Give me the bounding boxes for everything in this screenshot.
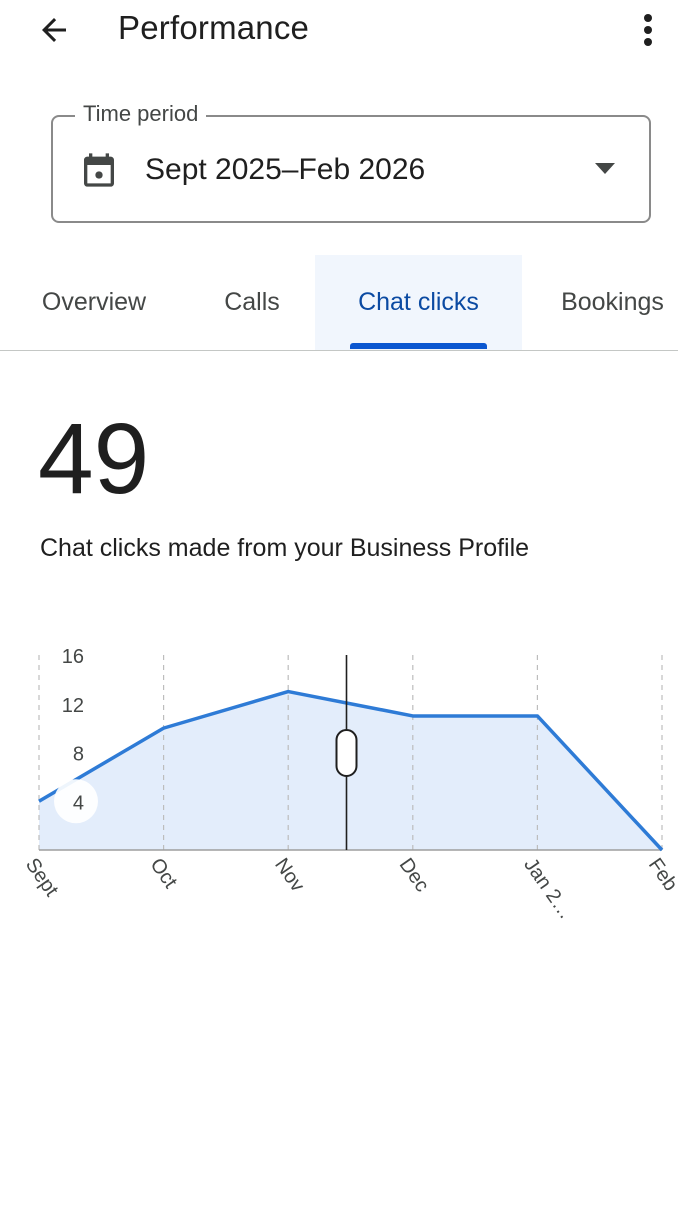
calendar-icon (84, 153, 114, 187)
tab-bookings[interactable]: Bookings (540, 255, 678, 350)
tab-overview[interactable]: Overview (16, 255, 172, 350)
tab-calls[interactable]: Calls (196, 255, 308, 350)
x-tick-label: Jan 2… (519, 854, 577, 923)
selection-marker-handle[interactable] (335, 729, 358, 777)
arrow-back-icon (42, 18, 66, 42)
x-tick-label: Oct (146, 854, 182, 892)
back-button[interactable] (30, 8, 78, 52)
top-app-bar: Performance (0, 0, 678, 56)
time-period-label: Time period (75, 101, 207, 127)
y-tick-label: 16 (62, 646, 84, 668)
active-tab-indicator (350, 343, 487, 349)
x-tick-label: Feb (644, 854, 678, 895)
time-period-dropdown[interactable]: Time period Sept 2025–Feb 2026 (51, 101, 651, 223)
chat-clicks-total: 49 (38, 403, 150, 515)
x-tick-label: Sept (21, 854, 63, 901)
y-tick-label: 8 (73, 744, 84, 766)
metric-description: Chat clicks made from your Business Prof… (40, 534, 530, 562)
metric-tabs: Overview Calls Chat clicks Bookings (0, 255, 678, 351)
page-title: Performance (118, 9, 310, 46)
more-vert-icon (644, 14, 652, 46)
x-tick-label: Nov (270, 854, 308, 896)
y-tick-label: 12 (62, 695, 84, 717)
chat-clicks-chart[interactable]: 4 8 12 16 Sept Oct Nov Dec Jan 2… Feb (0, 630, 678, 950)
dropdown-arrow-icon (595, 163, 615, 174)
x-tick-label: Dec (395, 854, 433, 896)
more-options-button[interactable] (628, 8, 668, 52)
tab-chat-clicks[interactable]: Chat clicks (315, 255, 522, 350)
y-tick-label: 4 (73, 792, 84, 814)
time-period-value: Sept 2025–Feb 2026 (145, 153, 426, 186)
